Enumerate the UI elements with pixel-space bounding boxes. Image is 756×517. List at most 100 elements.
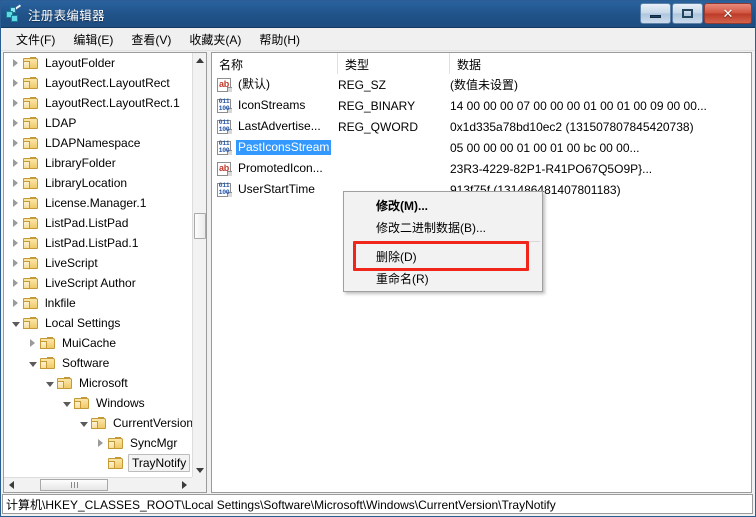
menu-favorites[interactable]: 收藏夹(A) bbox=[180, 29, 250, 50]
collapse-arrow-icon[interactable] bbox=[76, 413, 91, 433]
column-header-data[interactable]: 数据 bbox=[450, 53, 751, 74]
expand-arrow-icon[interactable] bbox=[8, 273, 23, 293]
string-value-icon: ab bbox=[217, 161, 232, 176]
tree-scroll-up-button[interactable] bbox=[193, 53, 206, 67]
minimize-button[interactable] bbox=[640, 3, 671, 24]
tree-scroll-down-button[interactable] bbox=[193, 463, 206, 477]
menu-edit[interactable]: 编辑(E) bbox=[64, 29, 122, 50]
status-path: 计算机\HKEY_CLASSES_ROOT\Local Settings\Sof… bbox=[6, 497, 556, 512]
menu-view[interactable]: 查看(V) bbox=[122, 29, 180, 50]
table-row[interactable]: 011 100 LastAdvertise... REG_QWORD 0x1d335a7… bbox=[212, 116, 751, 137]
tree-item-label: SyncMgr bbox=[130, 436, 178, 450]
expand-arrow-icon[interactable] bbox=[8, 93, 23, 113]
collapse-arrow-icon[interactable] bbox=[59, 393, 74, 413]
tree-horizontal-scrollbar[interactable] bbox=[4, 477, 192, 492]
context-menu-item[interactable]: 修改二进制数据(B)... bbox=[344, 216, 542, 238]
tree-vertical-scrollbar[interactable] bbox=[192, 53, 206, 477]
expand-arrow-icon[interactable] bbox=[8, 213, 23, 233]
folder-icon bbox=[57, 376, 73, 390]
tree-item[interactable]: lnkfile bbox=[4, 293, 192, 313]
tree-item[interactable]: LibraryLocation bbox=[4, 173, 192, 193]
value-name: IconStreams bbox=[238, 98, 306, 112]
cell-name: 011 100 UserStartTime bbox=[212, 182, 338, 197]
table-row[interactable]: 011 100 PastIconsStream 05 00 00 00 01 00 0… bbox=[212, 137, 751, 158]
registry-editor-window: 注册表编辑器 ✕ 文件(F) 编辑(E) 查看(V) 收藏夹(A) 帮助(H) … bbox=[0, 0, 756, 517]
tree-item[interactable]: Microsoft bbox=[4, 373, 192, 393]
tree-item[interactable]: ListPad.ListPad.1 bbox=[4, 233, 192, 253]
list-header: 名称 类型 数据 bbox=[212, 53, 751, 75]
expand-arrow-icon[interactable] bbox=[25, 333, 40, 353]
expand-arrow-icon[interactable] bbox=[93, 433, 108, 453]
tree-item[interactable]: Local Settings bbox=[4, 313, 192, 333]
tree-item-label: License.Manager.1 bbox=[45, 196, 147, 210]
tree-item-label: LayoutFolder bbox=[45, 56, 116, 70]
expand-arrow-icon[interactable] bbox=[8, 293, 23, 313]
tree-item[interactable]: TrayNotify bbox=[4, 453, 192, 473]
folder-icon bbox=[23, 96, 39, 110]
tree-item-label: LiveScript bbox=[45, 256, 98, 270]
expand-arrow-icon[interactable] bbox=[8, 233, 23, 253]
tree-scroll-thumb[interactable] bbox=[194, 213, 206, 239]
collapse-arrow-icon[interactable] bbox=[42, 373, 57, 393]
tree-item[interactable]: MuiCache bbox=[4, 333, 192, 353]
maximize-button[interactable] bbox=[672, 3, 703, 24]
context-menu-item[interactable]: 修改(M)... bbox=[344, 194, 542, 216]
folder-icon bbox=[23, 136, 39, 150]
expand-arrow-icon[interactable] bbox=[8, 73, 23, 93]
menu-help[interactable]: 帮助(H) bbox=[250, 29, 309, 50]
tree-scroll-corner bbox=[192, 477, 206, 492]
menu-file[interactable]: 文件(F) bbox=[7, 29, 64, 50]
tree-scroll-left-button[interactable] bbox=[4, 478, 19, 492]
value-name: PromotedIcon... bbox=[238, 161, 323, 175]
tree-item[interactable]: LayoutRect.LayoutRect.1 bbox=[4, 93, 192, 113]
expand-arrow-icon[interactable] bbox=[8, 53, 23, 73]
column-header-name[interactable]: 名称 bbox=[212, 53, 338, 74]
tree-item[interactable]: LibraryFolder bbox=[4, 153, 192, 173]
folder-icon bbox=[74, 396, 90, 410]
tree-item-label: TrayNotify bbox=[128, 454, 191, 472]
tree-item[interactable]: LDAP bbox=[4, 113, 192, 133]
table-row[interactable]: 011 100 IconStreams REG_BINARY 14 00 00 00 0… bbox=[212, 95, 751, 116]
tree-item[interactable]: Windows bbox=[4, 393, 192, 413]
registry-tree[interactable]: LayoutFolder LayoutRect.LayoutRect LayoutR… bbox=[4, 53, 192, 477]
tree-item[interactable]: LayoutRect.LayoutRect bbox=[4, 73, 192, 93]
expand-arrow-icon[interactable] bbox=[8, 153, 23, 173]
tree-item[interactable]: CurrentVersion bbox=[4, 413, 192, 433]
expand-arrow-icon[interactable] bbox=[8, 173, 23, 193]
expand-arrow-icon[interactable] bbox=[8, 253, 23, 273]
tree-item[interactable]: LiveScript Author bbox=[4, 273, 192, 293]
expand-arrow-icon[interactable] bbox=[8, 193, 23, 213]
folder-icon bbox=[40, 336, 56, 350]
tree-hscroll-thumb[interactable] bbox=[40, 479, 108, 491]
close-button[interactable]: ✕ bbox=[704, 3, 752, 24]
tree-item[interactable]: ListPad.ListPad bbox=[4, 213, 192, 233]
tree-item[interactable]: LiveScript bbox=[4, 253, 192, 273]
tree-item[interactable]: SyncMgr bbox=[4, 433, 192, 453]
folder-icon bbox=[23, 236, 39, 250]
tree-item-label: LayoutRect.LayoutRect.1 bbox=[45, 96, 180, 110]
expand-arrow-icon[interactable] bbox=[8, 113, 23, 133]
folder-icon bbox=[23, 276, 39, 290]
tree-item-label: Windows bbox=[96, 396, 145, 410]
tree-item[interactable]: LDAPNamespace bbox=[4, 133, 192, 153]
tree-item[interactable]: License.Manager.1 bbox=[4, 193, 192, 213]
registry-tree-pane: LayoutFolder LayoutRect.LayoutRect LayoutR… bbox=[3, 52, 207, 493]
table-row[interactable]: ab (默认) REG_SZ (数值未设置) bbox=[212, 74, 751, 95]
tree-scroll-right-button[interactable] bbox=[177, 478, 192, 492]
collapse-arrow-icon[interactable] bbox=[8, 313, 23, 333]
tree-item-label: LiveScript Author bbox=[45, 276, 136, 290]
collapse-arrow-icon[interactable] bbox=[25, 353, 40, 373]
tree-item[interactable]: Software bbox=[4, 353, 192, 373]
tree-item-label: LibraryFolder bbox=[45, 156, 116, 170]
minimize-icon bbox=[650, 15, 661, 18]
expand-arrow-icon[interactable] bbox=[8, 133, 23, 153]
value-name: (默认) bbox=[238, 77, 270, 91]
tree-item[interactable]: LayoutFolder bbox=[4, 53, 192, 73]
cell-type: REG_SZ bbox=[338, 77, 387, 92]
column-header-type[interactable]: 类型 bbox=[338, 53, 450, 74]
binary-value-icon: 011 100 bbox=[217, 182, 232, 197]
window-title: 注册表编辑器 bbox=[28, 8, 105, 23]
folder-icon bbox=[23, 76, 39, 90]
binary-value-icon: 011 100 bbox=[217, 119, 232, 134]
table-row[interactable]: ab PromotedIcon... 23R3-4229-82P1-R41PO67Q… bbox=[212, 158, 751, 179]
